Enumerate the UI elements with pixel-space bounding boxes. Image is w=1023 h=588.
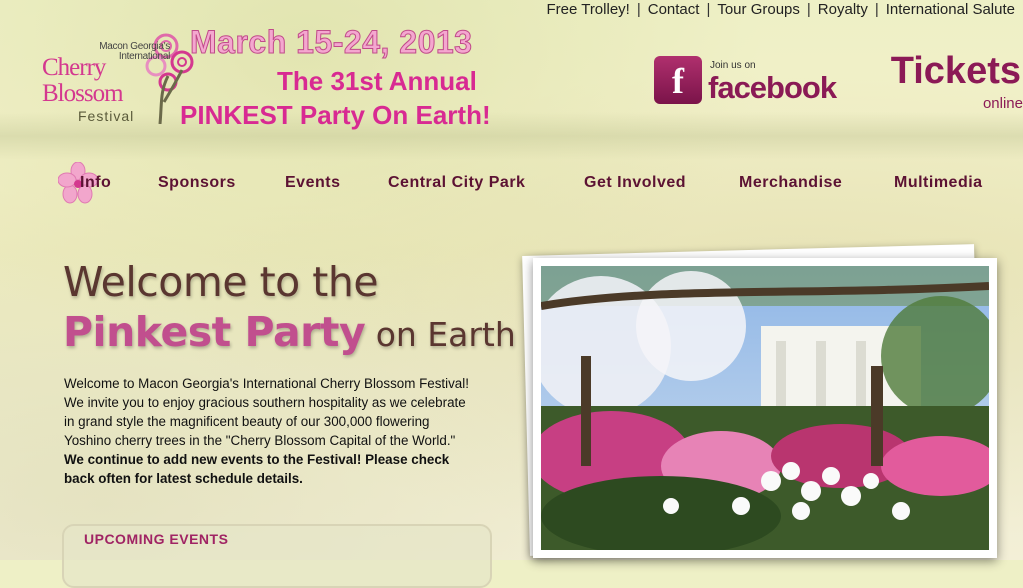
separator: |	[874, 1, 879, 18]
intro-bold-text: We continue to add new events to the Fes…	[64, 452, 450, 486]
logo-festival: Festival	[78, 108, 135, 124]
welcome-pinkest: Pinkest Party	[63, 308, 366, 356]
nav-events[interactable]: Events	[285, 174, 340, 192]
upcoming-events-panel: UPCOMING EVENTS	[62, 524, 492, 588]
link-free-trolley[interactable]: Free Trolley!	[546, 1, 629, 18]
tickets-online-label[interactable]: online	[983, 95, 1023, 112]
pinkest-heading: PINKEST Party On Earth!	[180, 100, 491, 130]
upcoming-events-heading: UPCOMING EVENTS	[84, 531, 229, 547]
top-links: Free Trolley! | Contact | Tour Groups | Royalt…	[546, 1, 1015, 18]
nav-multimedia[interactable]: Multimedia	[894, 174, 983, 192]
photo-frame	[533, 258, 997, 558]
separator: |	[806, 1, 811, 18]
logo-international-text: International	[118, 51, 170, 62]
annual-heading: The 31st Annual	[277, 66, 477, 96]
festival-dates: March 15-24, 2013	[189, 24, 473, 61]
facebook-icon: f	[654, 56, 702, 104]
tickets-link[interactable]: Tickets	[891, 50, 1021, 93]
separator: |	[636, 1, 641, 18]
link-tour-groups[interactable]: Tour Groups	[717, 1, 800, 18]
link-international-salute[interactable]: International Salute	[886, 1, 1015, 18]
link-royalty[interactable]: Royalty	[818, 1, 868, 18]
festival-logo[interactable]: Macon Georgia's International Cherry Blos…	[38, 32, 198, 132]
nav-sponsors[interactable]: Sponsors	[158, 174, 236, 192]
welcome-heading-line2: Pinkest Party on Earth	[63, 308, 516, 356]
garden-photo	[541, 266, 989, 550]
nav-get-involved[interactable]: Get Involved	[584, 174, 686, 192]
separator: |	[706, 1, 711, 18]
welcome-heading-line1: Welcome to the	[63, 258, 379, 306]
intro-text: Welcome to Macon Georgia's International…	[64, 376, 469, 448]
logo-cherry: Cherry	[42, 54, 106, 81]
welcome-on-earth: on Earth	[365, 315, 516, 354]
nav-info[interactable]: Info	[80, 174, 111, 192]
logo-blossom: Blossom	[42, 80, 124, 107]
facebook-wordmark: facebook	[708, 70, 837, 105]
facebook-button[interactable]: f Join us on facebook	[654, 56, 854, 106]
welcome-intro: Welcome to Macon Georgia's International…	[64, 374, 474, 488]
main-nav: Info Sponsors Events Central City Park G…	[0, 162, 1023, 204]
nav-central-city-park[interactable]: Central City Park	[388, 174, 525, 192]
nav-merchandise[interactable]: Merchandise	[739, 174, 842, 192]
link-contact[interactable]: Contact	[648, 1, 700, 18]
